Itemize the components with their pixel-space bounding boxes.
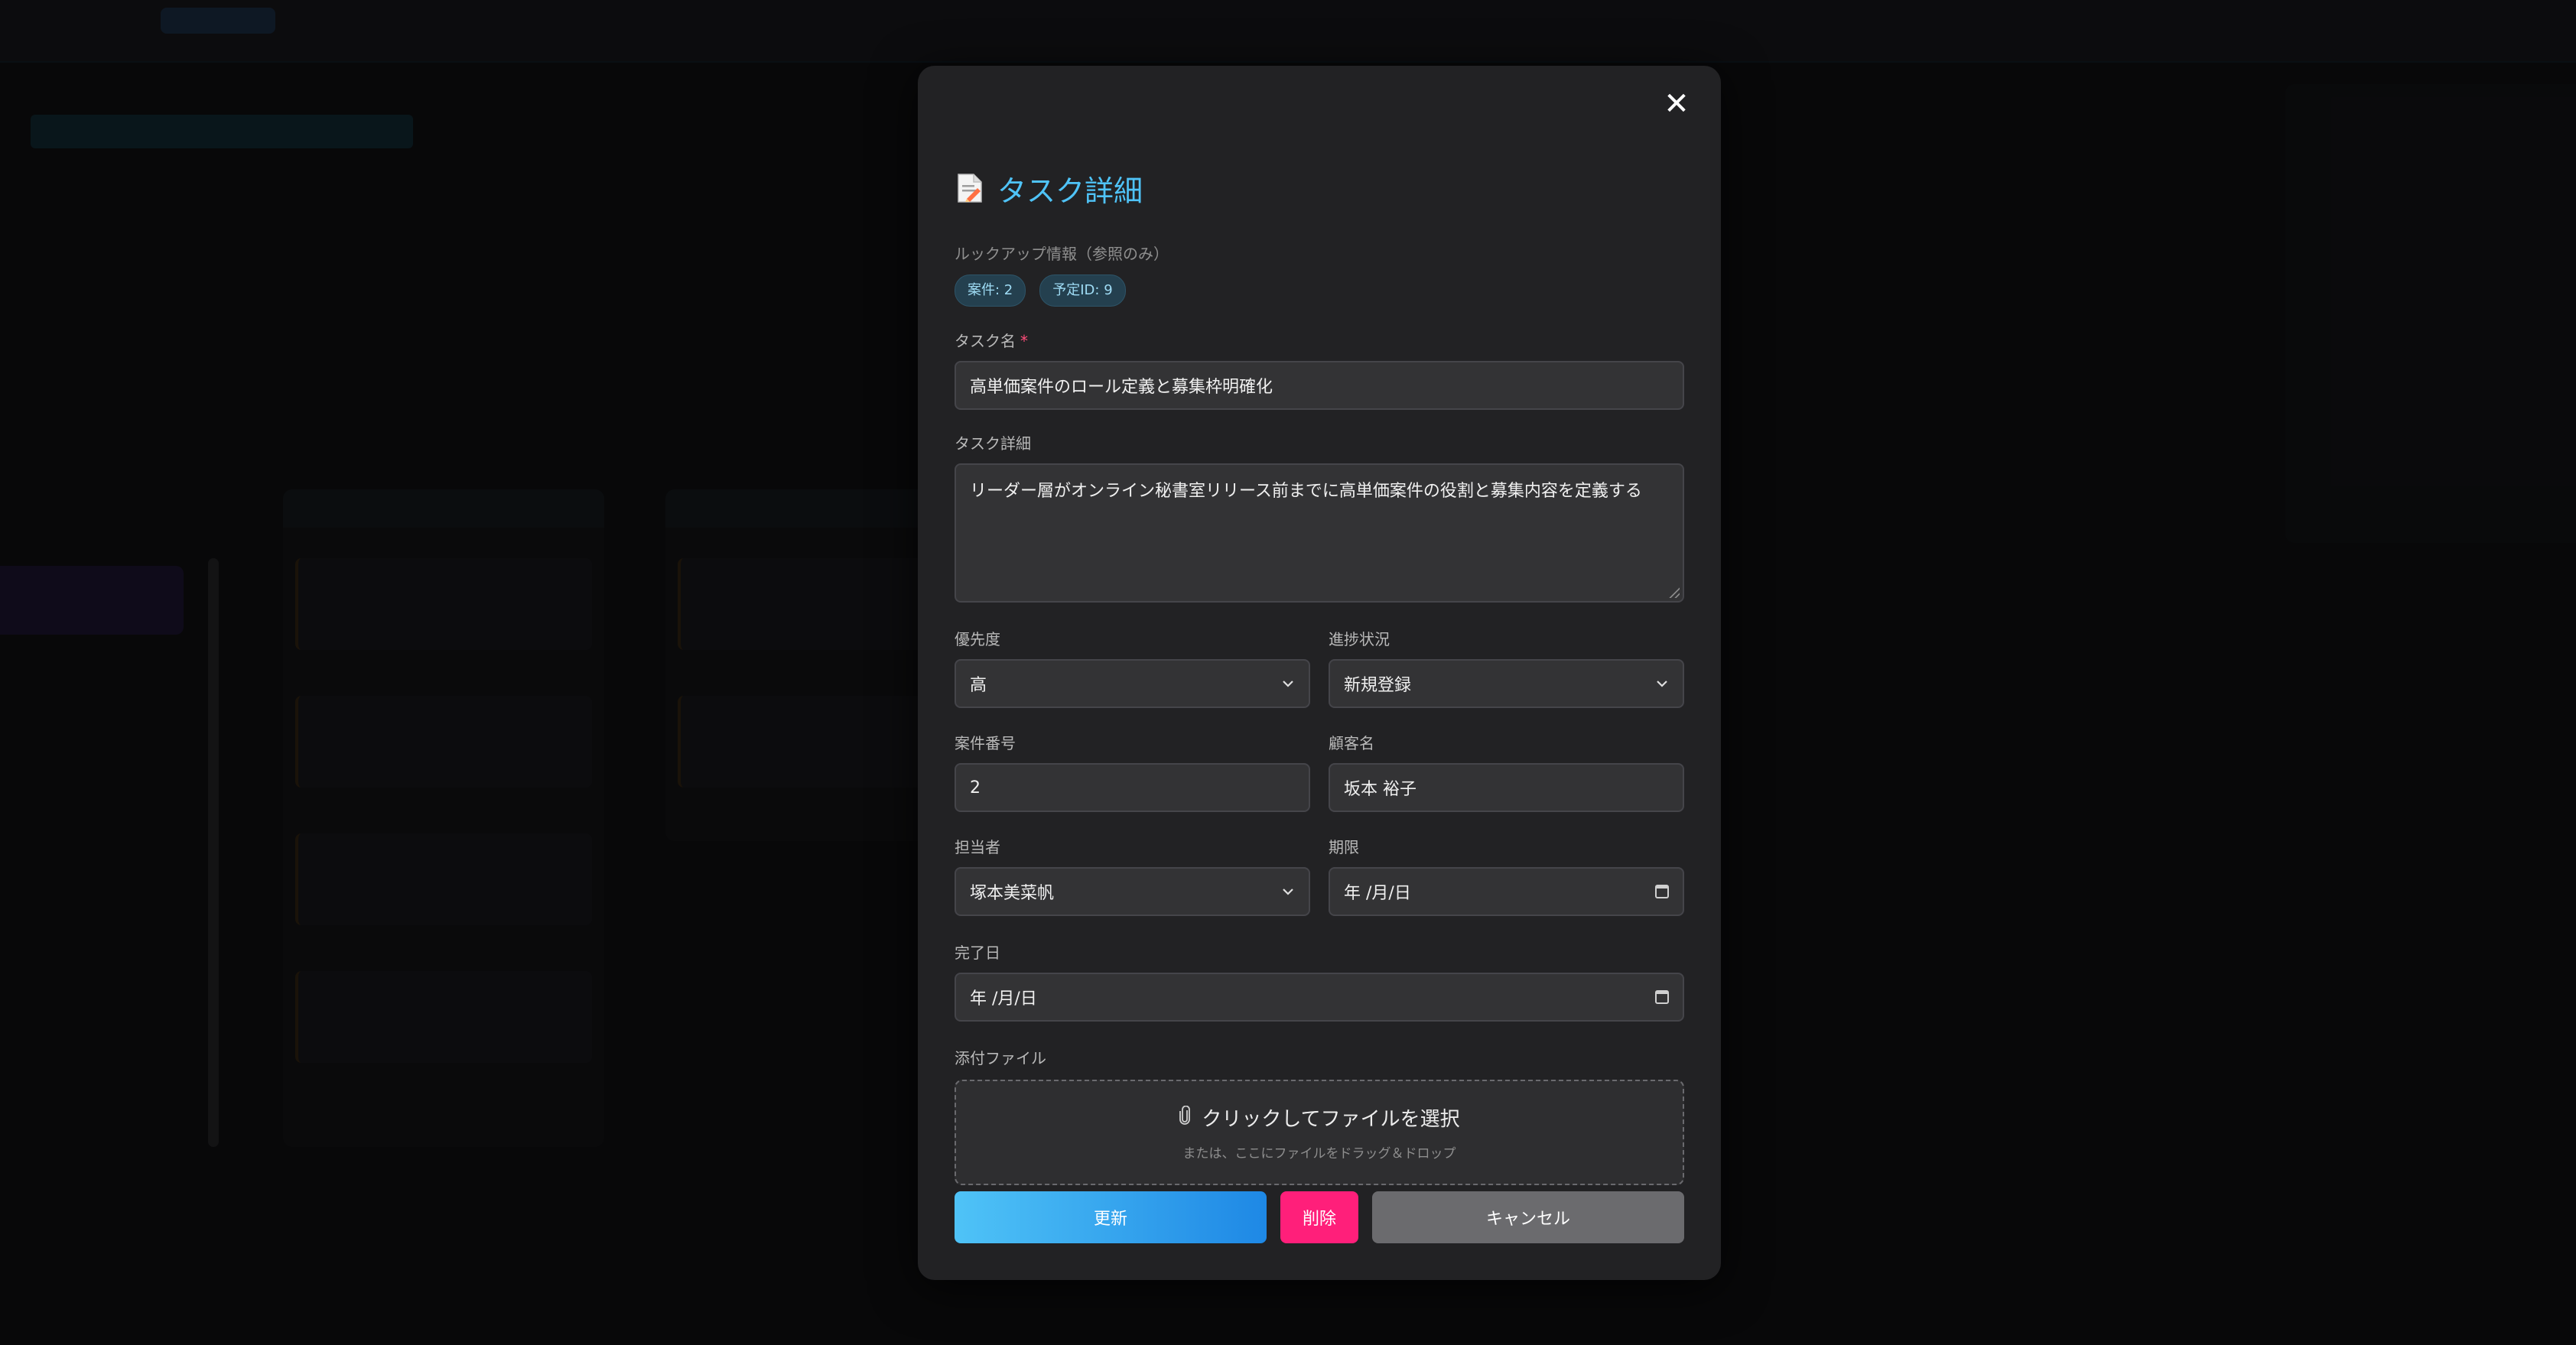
modal-actions: 更新 削除 キャンセル xyxy=(955,1191,1684,1243)
status-label: 進捗状況 xyxy=(1329,630,1390,648)
due-date-label: 期限 xyxy=(1329,838,1359,856)
cancel-button[interactable]: キャンセル xyxy=(1372,1191,1684,1243)
due-date-group: 期限 年 /月/日 xyxy=(1329,837,1684,916)
task-detail-group: タスク詳細 リーダー層がオンライン秘書室リリース前までに高単価案件の役割と募集内… xyxy=(955,433,1684,603)
dropzone-main-text: クリックしてファイルを選択 xyxy=(1202,1108,1460,1131)
calendar-icon[interactable] xyxy=(1655,990,1669,1004)
chevron-down-icon xyxy=(1281,885,1295,898)
case-customer-row: 案件番号 2 顧客名 坂本 裕子 xyxy=(955,733,1684,812)
customer-name-value: 坂本 裕子 xyxy=(1344,780,1416,799)
priority-status-row: 優先度 高 進捗状況 新規登録 xyxy=(955,629,1684,708)
lookup-label: ルックアップ情報（参照のみ） xyxy=(955,245,1169,263)
task-detail-textarea[interactable]: リーダー層がオンライン秘書室リリース前までに高単価案件の役割と募集内容を定義する xyxy=(955,463,1684,603)
assignee-group: 担当者 塚本美菜帆 xyxy=(955,837,1310,916)
chevron-down-icon xyxy=(1655,677,1669,690)
customer-name-input[interactable]: 坂本 裕子 xyxy=(1329,763,1684,812)
priority-group: 優先度 高 xyxy=(955,629,1310,708)
lookup-section: ルックアップ情報（参照のみ） 案件: 2 予定ID: 9 xyxy=(955,242,1684,307)
customer-name-group: 顧客名 坂本 裕子 xyxy=(1329,733,1684,812)
calendar-icon[interactable] xyxy=(1655,885,1669,898)
task-detail-value: リーダー層がオンライン秘書室リリース前までに高単価案件の役割と募集内容を定義する xyxy=(970,482,1642,501)
document-icon xyxy=(956,173,984,203)
completion-date-label: 完了日 xyxy=(955,944,1000,962)
delete-button[interactable]: 削除 xyxy=(1280,1191,1358,1243)
task-detail-label: タスク詳細 xyxy=(955,434,1031,453)
chevron-down-icon xyxy=(1281,677,1295,690)
assignee-select[interactable]: 塚本美菜帆 xyxy=(955,867,1310,916)
close-icon: ✕ xyxy=(1664,86,1690,122)
priority-value: 高 xyxy=(970,676,987,695)
case-number-group: 案件番号 2 xyxy=(955,733,1310,812)
completion-date-input[interactable]: 年 /月/日 xyxy=(955,973,1684,1022)
priority-select[interactable]: 高 xyxy=(955,659,1310,708)
priority-label: 優先度 xyxy=(955,630,1000,648)
dropzone-main[interactable]: クリックしてファイルを選択 xyxy=(1179,1103,1460,1132)
attachment-label: 添付ファイル xyxy=(955,1049,1046,1067)
file-dropzone[interactable]: クリックしてファイルを選択 または、ここにファイルをドラッグ＆ドロップ xyxy=(955,1080,1684,1185)
completion-date-value: 年 /月/日 xyxy=(970,989,1037,1009)
assignee-label: 担当者 xyxy=(955,838,1000,856)
customer-name-label: 顧客名 xyxy=(1329,734,1374,752)
status-select[interactable]: 新規登録 xyxy=(1329,659,1684,708)
case-number-value: 2 xyxy=(970,778,981,798)
case-number-input[interactable]: 2 xyxy=(955,763,1310,812)
resize-grip-icon[interactable] xyxy=(1669,587,1680,598)
dropzone-sub-text: または、ここにファイルをドラッグ＆ドロップ xyxy=(1182,1146,1456,1161)
due-date-value: 年 /月/日 xyxy=(1344,884,1411,903)
due-date-input[interactable]: 年 /月/日 xyxy=(1329,867,1684,916)
task-name-label: タスク名 * xyxy=(955,330,1684,352)
task-name-value: 高単価案件のロール定義と募集枠明確化 xyxy=(970,378,1273,397)
assignee-due-row: 担当者 塚本美菜帆 期限 年 /月/日 xyxy=(955,837,1684,916)
task-detail-modal: ✕ タスク詳細 ルックアップ情報（参照のみ） 案件: 2 予定ID: 9 タスク… xyxy=(918,66,1721,1280)
close-button[interactable]: ✕ xyxy=(1655,83,1698,125)
task-name-group: タスク名 * 高単価案件のロール定義と募集枠明確化 xyxy=(955,330,1684,410)
task-name-input[interactable]: 高単価案件のロール定義と募集枠明確化 xyxy=(955,361,1684,410)
attachment-group: 添付ファイル クリックしてファイルを選択 または、ここにファイルをドラッグ＆ドロ… xyxy=(955,1048,1684,1185)
assignee-value: 塚本美菜帆 xyxy=(970,884,1055,903)
modal-header: タスク詳細 xyxy=(956,165,1143,211)
required-mark: * xyxy=(1020,332,1028,350)
case-badge: 案件: 2 xyxy=(955,275,1026,307)
lookup-badges: 案件: 2 予定ID: 9 xyxy=(955,275,1684,307)
paperclip-icon xyxy=(1179,1105,1191,1130)
update-button[interactable]: 更新 xyxy=(955,1191,1267,1243)
case-number-label: 案件番号 xyxy=(955,734,1016,752)
status-value: 新規登録 xyxy=(1344,676,1412,695)
schedule-id-badge: 予定ID: 9 xyxy=(1039,275,1126,307)
modal-title: タスク詳細 xyxy=(997,174,1143,208)
completion-date-group: 完了日 年 /月/日 xyxy=(955,942,1684,1022)
task-name-label-text: タスク名 xyxy=(955,332,1016,350)
status-group: 進捗状況 新規登録 xyxy=(1329,629,1684,708)
